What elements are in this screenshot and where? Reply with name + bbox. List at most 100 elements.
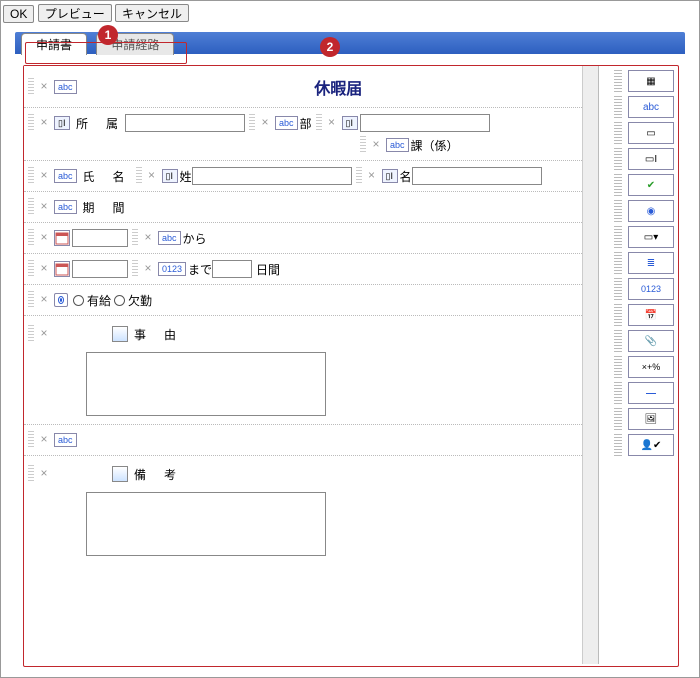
drag-handle[interactable] [614,278,622,300]
drag-handle[interactable] [614,434,622,456]
drag-handle[interactable] [28,167,34,185]
drag-handle[interactable] [614,174,622,196]
delete-icon[interactable]: × [38,170,50,182]
drag-handle[interactable] [614,122,622,144]
textarea-chip-icon[interactable] [112,326,128,342]
layout-icon[interactable]: ▦ [628,70,674,92]
radio-icon[interactable]: ◉ [628,200,674,222]
text-chip-icon[interactable]: abc [54,80,77,94]
ok-button[interactable]: OK [3,5,34,23]
drag-handle[interactable] [132,229,138,247]
number-chip-icon[interactable]: 0123 [158,262,186,276]
text-chip-icon[interactable]: abc [54,169,77,183]
text-label-icon[interactable]: abc [628,96,674,118]
separator-icon[interactable]: — [628,382,674,404]
drag-handle[interactable] [614,356,622,378]
to-date-input[interactable] [72,260,128,278]
delete-icon[interactable]: × [38,81,50,93]
given-input[interactable] [412,167,542,185]
calc-icon[interactable]: ×+% [628,356,674,378]
text-chip-icon[interactable]: abc [275,116,298,130]
drag-handle[interactable] [28,78,34,96]
delete-icon[interactable]: × [259,117,271,129]
paid-radio[interactable] [73,295,84,306]
delete-icon[interactable]: × [38,117,50,129]
affiliation-input[interactable] [125,114,245,132]
canvas-scrollbar[interactable] [582,66,598,664]
preview-button[interactable]: プレビュー [38,4,112,22]
tab-application-form[interactable]: 申請書 [21,33,87,55]
delete-icon[interactable]: × [38,434,50,446]
drag-handle[interactable] [614,148,622,170]
drag-handle[interactable] [614,408,622,430]
surname-input[interactable] [192,167,352,185]
drag-handle[interactable] [28,325,34,343]
remarks-textarea[interactable] [86,492,326,556]
delete-icon[interactable]: × [142,232,154,244]
image-icon[interactable]: 🖼 [628,408,674,430]
drag-handle[interactable] [28,198,34,216]
delete-icon[interactable]: × [326,117,338,129]
days-input[interactable] [212,260,252,278]
list-icon[interactable]: ≣ [628,252,674,274]
drag-handle[interactable] [28,431,34,449]
dept-suffix-label: 部 [300,115,312,132]
textbox-icon[interactable]: ▭I [628,148,674,170]
radio-chip-icon[interactable] [54,293,68,307]
drag-handle[interactable] [28,291,34,309]
textbox-chip-icon[interactable]: ▯I [342,116,358,130]
delete-icon[interactable]: × [38,201,50,213]
drag-handle[interactable] [614,226,622,248]
user-select-icon[interactable]: 👤✔ [628,434,674,456]
delete-icon[interactable]: × [38,232,50,244]
textarea-chip-icon[interactable] [112,466,128,482]
delete-icon[interactable]: × [142,263,154,275]
textarea-icon[interactable]: ▭ [628,122,674,144]
dropdown-icon[interactable]: ▭▾ [628,226,674,248]
checkbox-icon[interactable]: ✔ [628,174,674,196]
date-icon[interactable]: 📅 [628,304,674,326]
delete-icon[interactable]: × [38,294,50,306]
drag-handle[interactable] [28,114,34,132]
from-date-input[interactable] [72,229,128,247]
drag-handle[interactable] [360,136,366,154]
drag-handle[interactable] [28,229,34,247]
text-chip-icon[interactable]: abc [158,231,181,245]
delete-icon[interactable]: × [370,139,382,151]
text-chip-icon[interactable]: abc [386,138,409,152]
delete-icon[interactable]: × [146,170,158,182]
text-chip-icon[interactable]: abc [54,433,77,447]
drag-handle[interactable] [614,382,622,404]
absent-radio[interactable] [114,295,125,306]
text-chip-icon[interactable]: abc [54,200,77,214]
number-icon[interactable]: 0123 [628,278,674,300]
delete-icon[interactable]: × [38,328,50,340]
textbox-chip-icon[interactable]: ▯I [162,169,178,183]
drag-handle[interactable] [356,167,362,185]
delete-icon[interactable]: × [366,170,378,182]
name-label: 氏 名 [83,168,128,185]
drag-handle[interactable] [132,260,138,278]
drag-handle[interactable] [249,114,255,132]
drag-handle[interactable] [136,167,142,185]
drag-handle[interactable] [614,200,622,222]
cancel-button[interactable]: キャンセル [115,4,189,22]
drag-handle[interactable] [614,330,622,352]
drag-handle[interactable] [614,70,622,92]
delete-icon[interactable]: × [38,263,50,275]
dept-input[interactable] [360,114,490,132]
textbox-chip-icon[interactable]: ▯I [54,116,70,130]
drag-handle[interactable] [614,96,622,118]
date-chip-icon[interactable] [54,230,70,246]
drag-handle[interactable] [28,465,34,483]
date-chip-icon[interactable] [54,261,70,277]
delete-icon[interactable]: × [38,468,50,480]
drag-handle[interactable] [614,304,622,326]
textbox-chip-icon[interactable]: ▯I [382,169,398,183]
attachment-icon[interactable]: 📎 [628,330,674,352]
drag-handle[interactable] [614,252,622,274]
drag-handle[interactable] [28,260,34,278]
drag-handle[interactable] [316,114,322,132]
form-canvas[interactable]: × abc 休暇届 × ▯I 所 属 × abc 部 [24,66,599,664]
reason-textarea[interactable] [86,352,326,416]
